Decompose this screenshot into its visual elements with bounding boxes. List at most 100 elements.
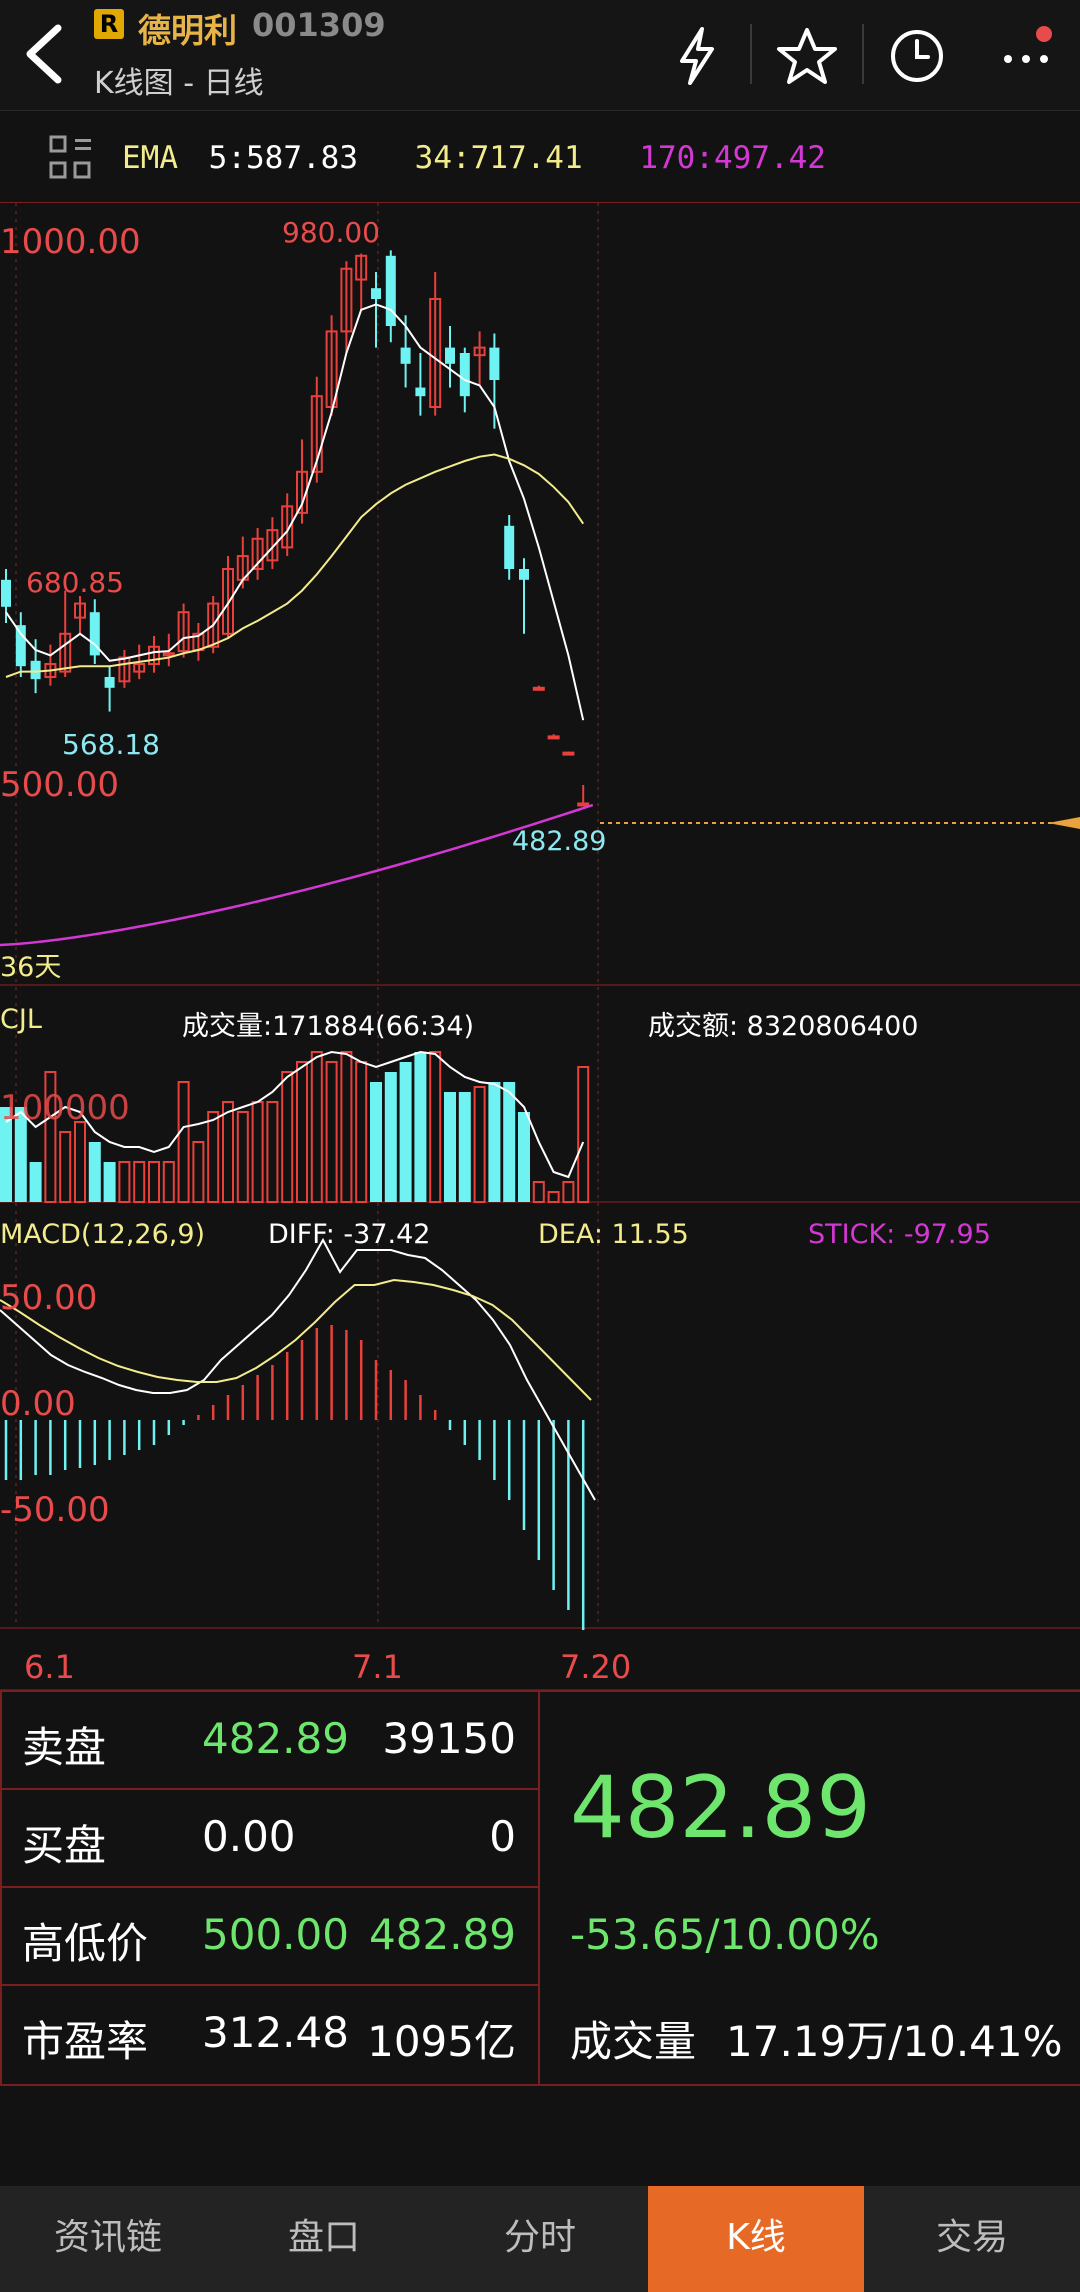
- candle-body: [30, 660, 41, 680]
- ema5-value: 5:587.83: [208, 140, 358, 176]
- current-price: 482.89: [570, 1758, 871, 1858]
- divider: [862, 24, 864, 84]
- grid-icon[interactable]: [48, 134, 94, 180]
- volume-bar: [444, 1092, 456, 1202]
- date-label: 6.1: [24, 1648, 75, 1686]
- low-price-label: 568.18: [62, 728, 160, 761]
- tab-trade[interactable]: 交易: [864, 2186, 1080, 2292]
- volume-bar: [236, 1111, 249, 1203]
- volume-bar: [74, 1121, 86, 1203]
- volume-bar: [222, 1101, 234, 1203]
- notification-dot: [1036, 26, 1052, 42]
- macd-dea: DEA: 11.55: [538, 1219, 689, 1250]
- candle-body: [489, 347, 500, 380]
- ema170-value: 170:497.42: [639, 140, 826, 176]
- amount-label: 成交额: 8320806400: [648, 1011, 919, 1042]
- price-axis-top: 1000.00: [0, 222, 141, 262]
- volume-bar: [192, 1141, 205, 1203]
- volume-bar: [532, 1181, 545, 1203]
- volume-bar: [118, 1161, 131, 1203]
- candle-body: [445, 347, 455, 364]
- ema-label: EMA: [122, 140, 178, 176]
- high-price: 500.00: [202, 1910, 349, 1959]
- volume-bar: [503, 1082, 516, 1202]
- high-price-label: 980.00: [282, 216, 380, 249]
- sell-volume: 39150: [382, 1714, 516, 1763]
- volume-bar: [577, 1066, 590, 1203]
- tab-kline[interactable]: K线: [648, 2186, 864, 2292]
- chart-subtitle[interactable]: K线图 - 日线: [94, 58, 264, 102]
- volume-value-quote: 17.19万/10.41%: [726, 2017, 1063, 2066]
- last-price-marker: [1048, 817, 1080, 829]
- volume-bar: [281, 1071, 294, 1203]
- bottom-nav: 资讯链 盘口 分时 K线 交易: [0, 2186, 1080, 2292]
- volume-bar: [103, 1162, 116, 1202]
- macd-axis-top: 50.00: [0, 1278, 98, 1318]
- volume-bar: [88, 1142, 101, 1202]
- kline-chart[interactable]: [0, 203, 1080, 1690]
- candle-body: [371, 288, 381, 299]
- date-label: 7.20: [560, 1648, 632, 1686]
- tab-orderbook[interactable]: 盘口: [216, 2186, 432, 2292]
- volume-axis-label: 100000: [0, 1088, 130, 1128]
- mid-price-label: 680.85: [26, 566, 124, 599]
- date-label: 7.1: [352, 1648, 403, 1686]
- stock-name: 德明利: [138, 11, 237, 50]
- macd-axis-bottom: -50.00: [0, 1490, 110, 1530]
- tab-news[interactable]: 资讯链: [0, 2186, 216, 2292]
- volume-bar: [266, 1101, 279, 1203]
- volume-label: 成交量:171884(66:34): [182, 1011, 475, 1042]
- volume-bar: [547, 1191, 560, 1203]
- star-icon[interactable]: [774, 25, 840, 87]
- candle-body: [504, 525, 515, 569]
- volume-bar: [429, 1051, 442, 1203]
- market-cap: 1095亿: [367, 2017, 516, 2066]
- volume-bar: [473, 1086, 486, 1203]
- price-axis-bottom: 500.00: [0, 765, 119, 805]
- volume-bar: [488, 1082, 501, 1202]
- ema34-value: 34:717.41: [414, 140, 583, 176]
- volume-bar: [518, 1112, 530, 1202]
- candle-body: [104, 677, 115, 688]
- buy-volume: 0: [489, 1812, 516, 1861]
- volume-label-quote: 成交量: [570, 2017, 697, 2066]
- candle-body: [400, 347, 411, 364]
- tab-intraday[interactable]: 分时: [432, 2186, 648, 2292]
- macd-title: MACD(12,26,9): [0, 1219, 206, 1250]
- volume-bar: [458, 1092, 471, 1202]
- candle-body: [415, 387, 426, 397]
- volume-bar: [310, 1051, 323, 1203]
- volume-bar: [399, 1062, 412, 1202]
- volume-bar: [355, 1061, 368, 1203]
- candle-body: [459, 353, 470, 397]
- macd-diff: DIFF: -37.42: [268, 1219, 431, 1250]
- volume-bar: [296, 1061, 308, 1203]
- candle-body: [547, 735, 560, 740]
- high-low-label: 高低价: [22, 1919, 149, 1968]
- sell-label: 卖盘: [22, 1723, 107, 1772]
- volume-bar: [148, 1161, 160, 1203]
- more-icon[interactable]: [996, 25, 1062, 87]
- divider: [0, 1984, 540, 1986]
- macd-axis-mid: 0.00: [0, 1384, 76, 1424]
- macd-bars: [4, 1325, 585, 1630]
- ema170-line: [0, 803, 594, 947]
- volume-bar: [562, 1181, 575, 1203]
- candle-body: [562, 751, 575, 756]
- volume-bar: [29, 1162, 42, 1202]
- clock-icon[interactable]: [884, 25, 950, 87]
- stock-badge: R: [94, 9, 124, 39]
- stock-code: 001309: [252, 6, 386, 44]
- divider: [538, 1692, 540, 2084]
- divider: [0, 1886, 540, 1888]
- volume-bar: [251, 1101, 264, 1203]
- pe-value: 312.48: [202, 2008, 349, 2057]
- volume-bar: [177, 1081, 190, 1203]
- pe-label: 市盈率: [22, 2017, 149, 2066]
- back-arrow-icon[interactable]: [14, 22, 74, 86]
- volume-bar: [162, 1161, 175, 1203]
- sell-price: 482.89: [202, 1714, 349, 1763]
- days-label: 36天: [0, 952, 62, 983]
- candle-body: [532, 686, 545, 691]
- lightning-icon[interactable]: [664, 25, 730, 87]
